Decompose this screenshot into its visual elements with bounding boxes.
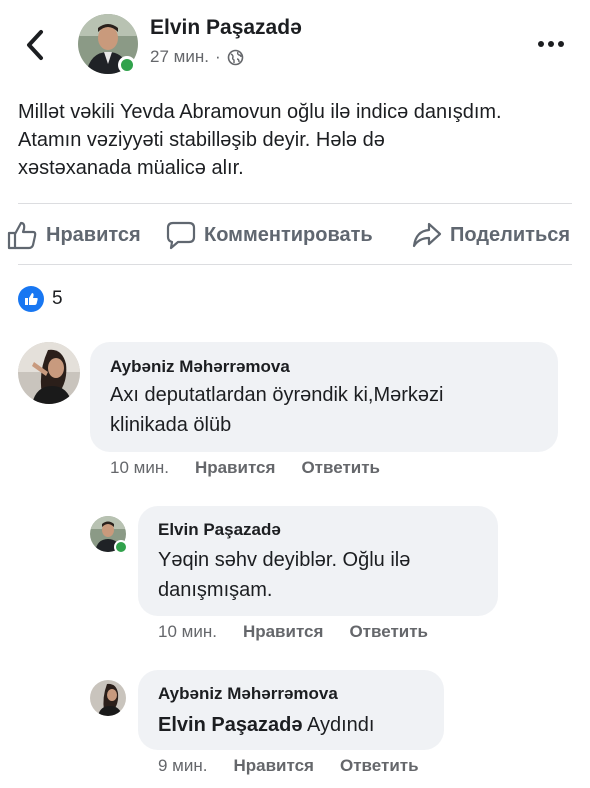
meta-separator: ·	[214, 47, 221, 66]
post-text-line: xəstəxanada müalicə alır.	[18, 157, 244, 179]
post-text-line: Millət vəkili Yevda Abramovun oğlu ilə i…	[18, 101, 502, 123]
like-action-label: Нравится	[46, 223, 141, 246]
reactions-summary[interactable]: 5	[18, 286, 63, 312]
back-chevron-icon	[27, 30, 43, 60]
like-action-button[interactable]: Нравится	[6, 220, 141, 250]
online-status-indicator	[114, 540, 128, 554]
online-status-indicator	[118, 56, 136, 74]
comment-time[interactable]: 10 мин.	[110, 458, 169, 478]
globe-icon	[227, 49, 243, 65]
comment-time[interactable]: 10 мин.	[158, 622, 217, 642]
comment-text-line: Axı deputatlardan öyrəndik ki,Mərkəzi	[110, 384, 444, 406]
more-icon	[538, 41, 544, 47]
divider	[18, 264, 572, 265]
comment-author[interactable]: Aybəniz Məhərrəmova	[158, 684, 338, 704]
post-time[interactable]: 27 мин.	[150, 47, 209, 67]
comment-action-button[interactable]: Комментировать	[166, 220, 373, 250]
comment-text-line: danışmışam.	[158, 579, 273, 601]
comment-text-body: Aydındı	[302, 714, 375, 736]
thumb-up-icon	[7, 221, 37, 250]
comment-actions: 10 мин. Нравится Ответить	[158, 622, 428, 642]
comment-author[interactable]: Elvin Paşazadə	[158, 520, 281, 540]
back-button[interactable]	[22, 28, 50, 62]
comment-like-button[interactable]: Нравится	[243, 622, 324, 642]
share-action-label: Поделиться	[450, 223, 571, 246]
comment-actions: 10 мин. Нравится Ответить	[110, 458, 380, 478]
comment-reply-button[interactable]: Ответить	[349, 622, 428, 642]
comment-time[interactable]: 9 мин.	[158, 756, 207, 776]
comment-text-line: Yəqin səhv deyiblər. Oğlu ilə	[158, 549, 411, 571]
post-text: Millət vəkili Yevda Abramovun oğlu ilə i…	[18, 98, 578, 182]
commenter-avatar[interactable]	[90, 680, 126, 716]
comment-reply-button[interactable]: Ответить	[340, 756, 419, 776]
more-options-button[interactable]	[538, 34, 572, 54]
like-reaction-icon	[18, 286, 44, 312]
share-icon	[412, 222, 442, 248]
share-action-button[interactable]: Поделиться	[412, 220, 570, 250]
comment-icon	[166, 221, 196, 250]
comment-reply-button[interactable]: Ответить	[301, 458, 380, 478]
comment-text-line: klinikada ölüb	[110, 414, 232, 436]
comment-author[interactable]: Aybəniz Məhərrəmova	[110, 357, 290, 377]
post-meta: 27 мин. ·	[150, 47, 244, 67]
comment-like-button[interactable]: Нравится	[233, 756, 314, 776]
commenter-avatar[interactable]	[18, 342, 80, 404]
reaction-count: 5	[52, 288, 63, 309]
comment-text: Yəqin səhv deyiblər. Oğlu ilə danışmışam…	[158, 545, 410, 605]
post-text-line: Atamın vəziyyəti stabilləşib deyir. Hələ…	[18, 129, 385, 151]
comment-actions: 9 мин. Нравится Ответить	[158, 756, 419, 776]
divider	[18, 203, 572, 204]
comment-mention[interactable]: Elvin Paşazadə	[158, 714, 303, 736]
comment-text: Elvin Paşazadə Aydındı	[158, 710, 374, 740]
comment-like-button[interactable]: Нравится	[195, 458, 276, 478]
post-author-name[interactable]: Elvin Paşazadə	[150, 16, 302, 40]
comment-action-label: Комментировать	[204, 223, 373, 246]
comment-text: Axı deputatlardan öyrəndik ki,Mərkəzi kl…	[110, 380, 444, 440]
